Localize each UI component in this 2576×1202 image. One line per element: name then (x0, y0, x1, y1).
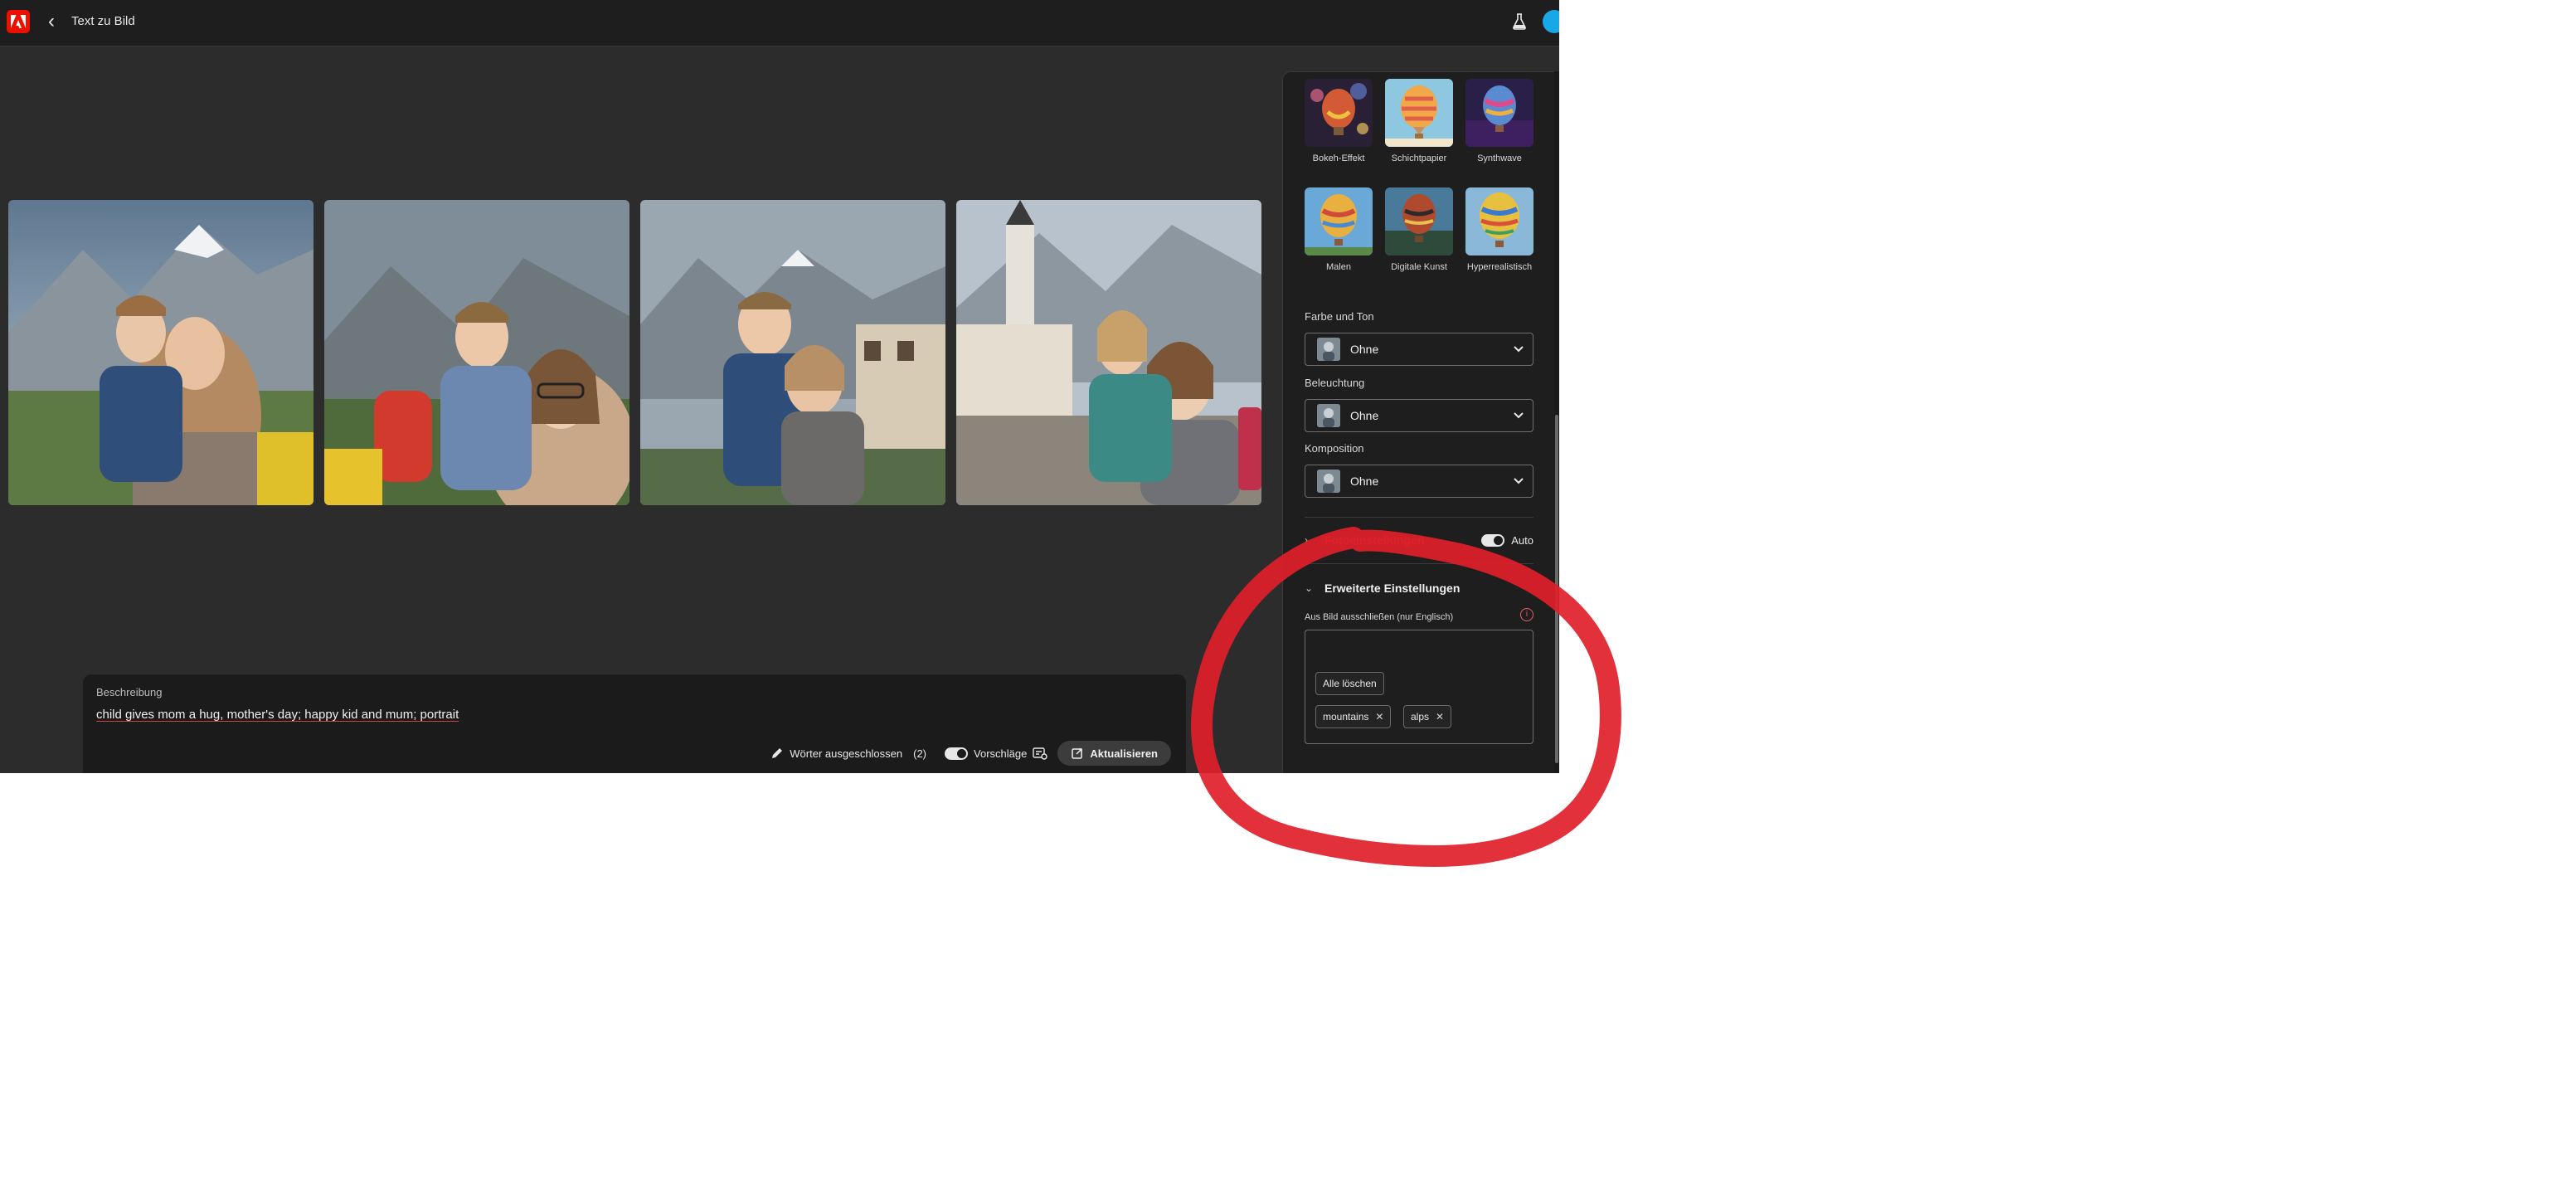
excluded-words-count: (2) (913, 747, 927, 760)
style-label: Malen (1326, 262, 1351, 272)
description-label: Beschreibung (96, 686, 163, 698)
suggestions-switch[interactable] (945, 747, 969, 760)
exclude-label: Aus Bild ausschließen (nur Englisch) (1305, 612, 1454, 622)
chevron-down-icon (1513, 409, 1524, 422)
style-digital-art-thumbnail (1385, 187, 1453, 255)
style-layered-paper-thumbnail (1385, 79, 1453, 147)
excluded-word-chip[interactable]: mountains ✕ (1315, 705, 1392, 728)
style-bokeh[interactable]: Bokeh-Effekt (1305, 79, 1373, 163)
composition-value: Ohne (1350, 474, 1379, 488)
description-panel: Beschreibung child gives mom a hug, moth… (83, 674, 1186, 773)
suggestions-label: Vorschläge (974, 747, 1028, 760)
style-label: Bokeh-Effekt (1312, 153, 1365, 163)
style-bokeh-thumbnail (1305, 79, 1373, 147)
info-icon[interactable]: i (1520, 608, 1533, 621)
auto-label: Auto (1511, 533, 1533, 547)
advanced-settings-header[interactable]: ⌄ Erweiterte Einstellungen (1305, 578, 1533, 598)
divider (1305, 517, 1533, 518)
lighting-value: Ohne (1350, 409, 1379, 422)
lighting-thumbnail (1317, 404, 1340, 427)
app-title: Text zu Bild (71, 14, 135, 28)
style-label: Digitale Kunst (1391, 262, 1447, 272)
photo-settings-label: Fotoeinstellungen (1324, 533, 1425, 547)
back-arrow-icon[interactable]: ‹ (41, 10, 61, 33)
chevron-down-icon: ⌄ (1305, 582, 1314, 594)
photo-settings-header[interactable]: › Fotoeinstellungen Auto (1305, 530, 1533, 550)
style-label: Schichtpapier (1391, 153, 1447, 163)
lighting-label: Beleuchtung (1305, 377, 1365, 389)
clear-all-label: Alle löschen (1323, 678, 1377, 689)
suggestions-toggle[interactable]: Vorschläge (945, 747, 1048, 760)
style-hyperrealistic[interactable]: Hyperrealistisch (1465, 187, 1533, 272)
top-bar: ‹ Text zu Bild (0, 0, 1559, 46)
generated-image-2[interactable] (324, 200, 629, 505)
color-tone-thumbnail (1317, 338, 1340, 361)
update-label: Aktualisieren (1090, 747, 1158, 760)
color-tone-value: Ohne (1350, 343, 1379, 356)
excluded-words-label: Wörter ausgeschlossen (790, 747, 903, 760)
remove-icon[interactable]: ✕ (1375, 711, 1383, 723)
chevron-down-icon (1513, 474, 1524, 488)
excluded-word-label: alps (1411, 711, 1430, 723)
advanced-settings-label: Erweiterte Einstellungen (1324, 582, 1461, 595)
suggestions-settings-icon[interactable] (1033, 747, 1048, 760)
style-synthwave[interactable]: Synthwave (1465, 79, 1533, 163)
color-tone-label: Farbe und Ton (1305, 310, 1374, 323)
style-label: Synthwave (1477, 153, 1522, 163)
refresh-edit-icon (1072, 748, 1083, 759)
style-paint-thumbnail (1305, 187, 1373, 255)
remove-icon[interactable]: ✕ (1436, 711, 1444, 723)
divider (1305, 563, 1533, 564)
excluded-words-button[interactable]: Wörter ausgeschlossen (2) (770, 747, 926, 760)
composition-thumbnail (1317, 470, 1340, 493)
app-window: ‹ Text zu Bild Beschreibung child gives … (0, 0, 1559, 773)
generated-image-4[interactable] (956, 200, 1261, 505)
auto-switch[interactable] (1481, 533, 1505, 547)
generated-image-3[interactable] (640, 200, 945, 505)
chevron-down-icon (1513, 343, 1524, 356)
photo-settings-auto[interactable]: Auto (1481, 533, 1533, 547)
excluded-word-chip[interactable]: alps ✕ (1403, 705, 1452, 728)
adobe-logo-icon[interactable] (7, 10, 30, 33)
excluded-word-label: mountains (1323, 711, 1369, 723)
style-synthwave-thumbnail (1465, 79, 1533, 147)
avatar[interactable] (1543, 10, 1559, 33)
chevron-right-icon: › (1305, 534, 1308, 546)
color-tone-select[interactable]: Ohne (1305, 333, 1533, 366)
style-digital-art[interactable]: Digitale Kunst (1385, 187, 1453, 272)
exclude-words-field[interactable]: Alle löschen mountains ✕ alps ✕ (1305, 630, 1533, 744)
style-hyperrealistic-thumbnail (1465, 187, 1533, 255)
pencil-icon (772, 748, 783, 758)
composition-label: Komposition (1305, 442, 1364, 455)
lighting-select[interactable]: Ohne (1305, 399, 1533, 432)
panel-scrollbar-thumb[interactable] (1555, 415, 1558, 763)
description-actions: Wörter ausgeschlossen (2) Vorschläge Akt… (770, 741, 1171, 766)
generated-image-1[interactable] (8, 200, 313, 505)
flask-icon[interactable] (1508, 10, 1531, 33)
update-button[interactable]: Aktualisieren (1057, 741, 1171, 766)
composition-select[interactable]: Ohne (1305, 465, 1533, 498)
description-input[interactable]: child gives mom a hug, mother's day; hap… (96, 708, 459, 722)
style-paint[interactable]: Malen (1305, 187, 1373, 272)
settings-panel: Bokeh-Effekt Schichtpapier Synthwave Mal… (1282, 71, 1559, 773)
style-label: Hyperrealistisch (1466, 262, 1533, 272)
clear-all-button[interactable]: Alle löschen (1315, 672, 1384, 695)
style-layered-paper[interactable]: Schichtpapier (1385, 79, 1453, 163)
